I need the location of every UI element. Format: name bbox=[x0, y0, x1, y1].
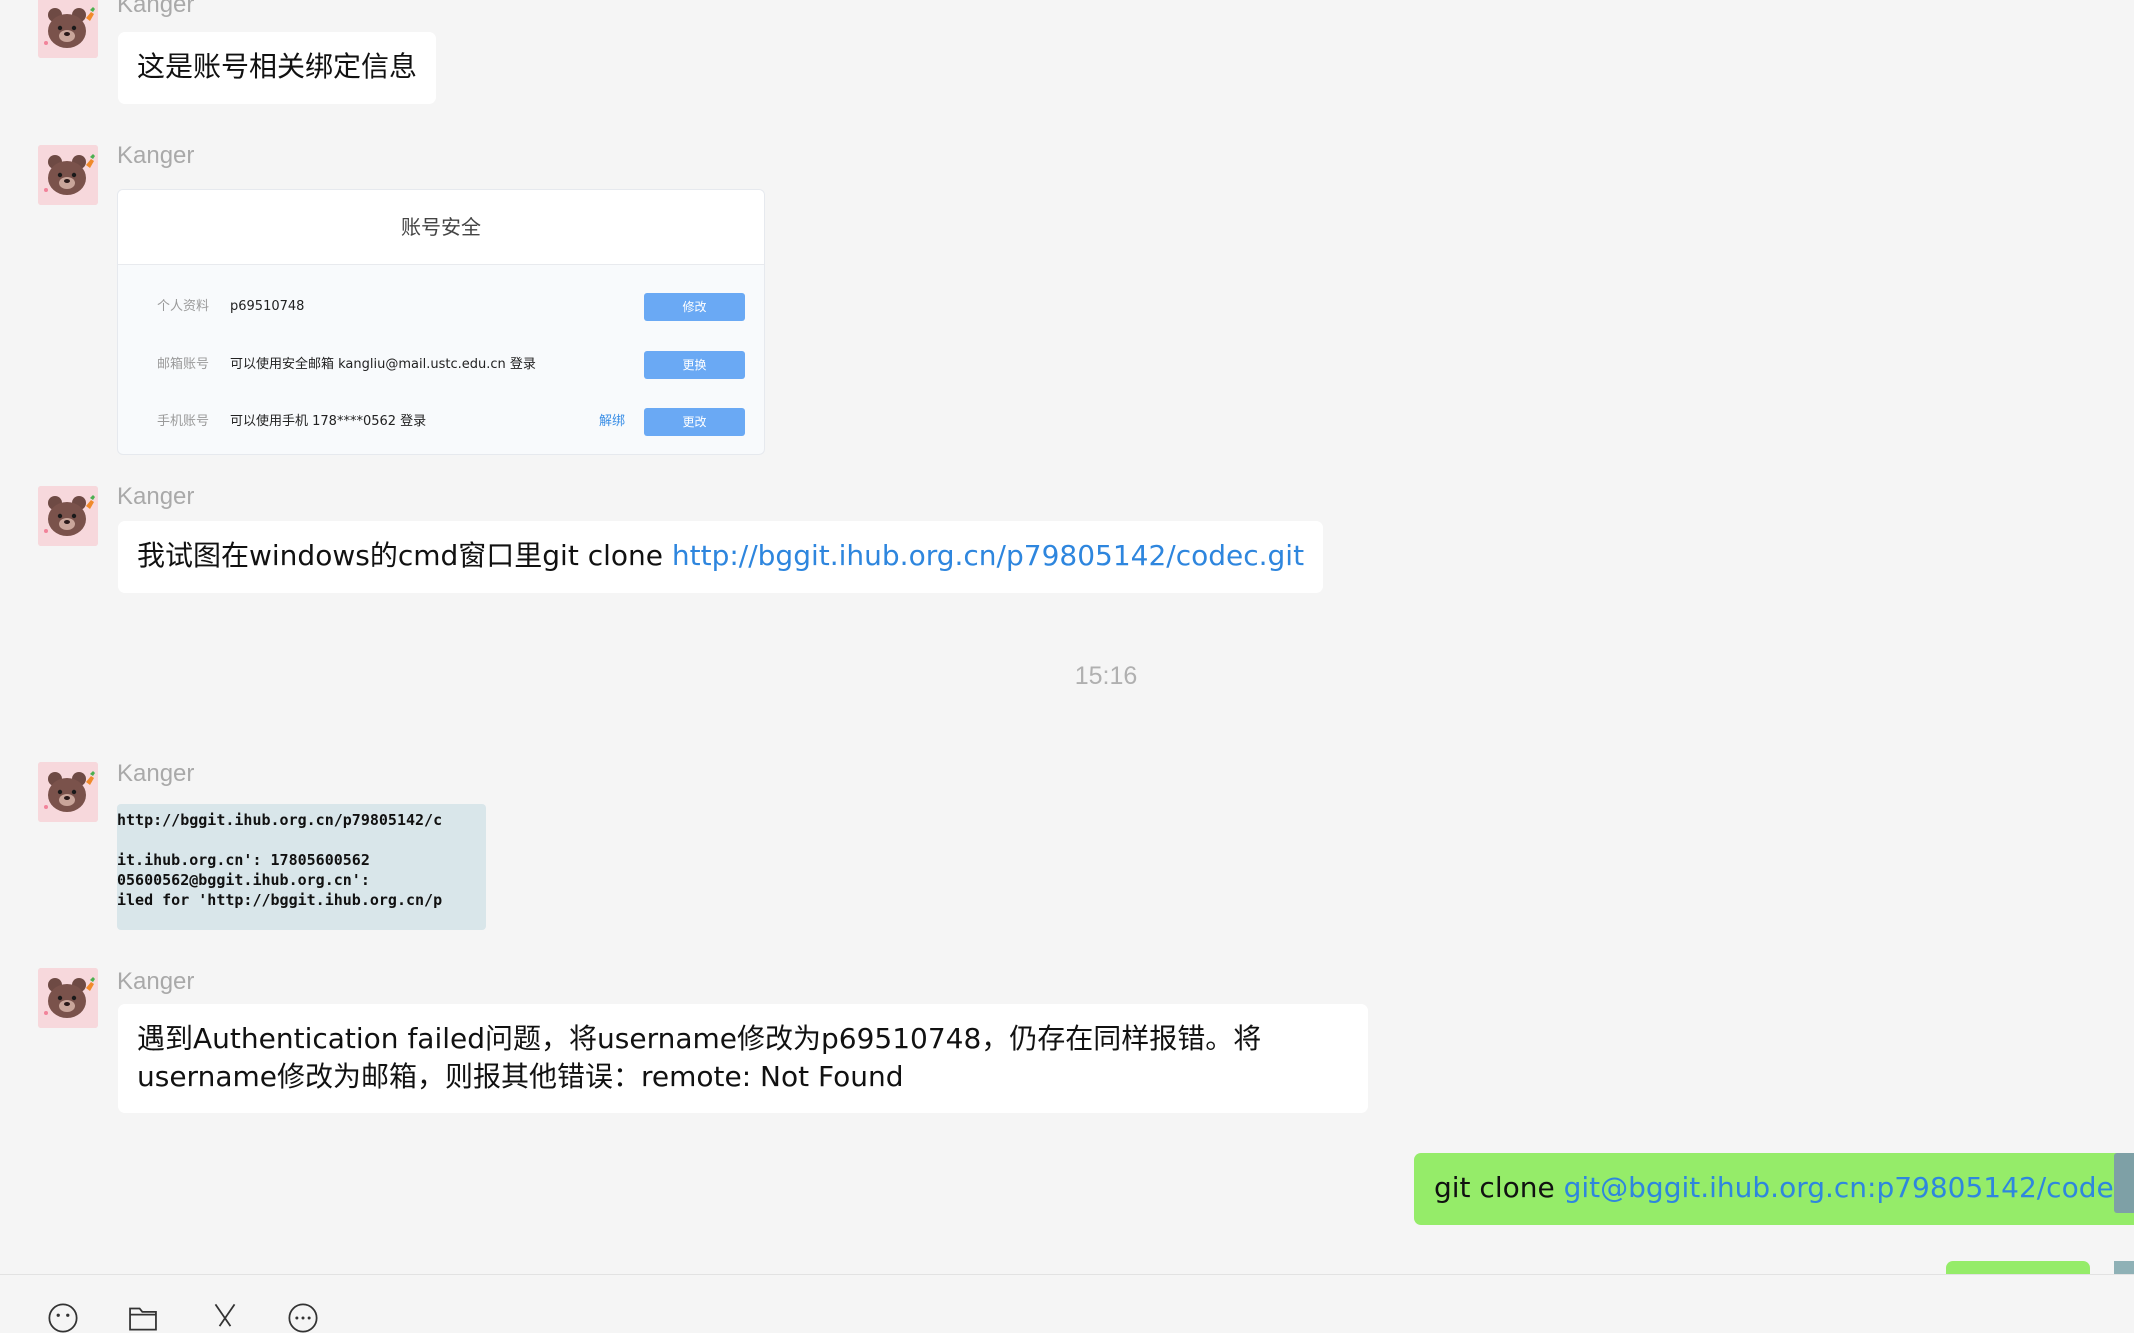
self-avatar[interactable] bbox=[2114, 1261, 2134, 1274]
chat-history[interactable]: Kanger 这是账号相关绑定信息 Kanger 账号安全 个人资料 p6951… bbox=[0, 0, 2134, 1274]
row-label: 手机账号 bbox=[157, 414, 210, 429]
scissors-icon bbox=[214, 1303, 236, 1327]
emoji-button[interactable] bbox=[41, 1303, 85, 1333]
folder-icon bbox=[129, 1307, 157, 1331]
input-toolbar bbox=[0, 1275, 2134, 1333]
sender-name: Kanger bbox=[117, 968, 195, 995]
image-account-security[interactable]: 账号安全 个人资料 p69510748 修改 邮箱账号 可以使用安全邮箱 kan… bbox=[117, 189, 765, 455]
message-text: git clone bbox=[1434, 1171, 1564, 1204]
sender-name: Kanger bbox=[117, 483, 195, 510]
sender-name: Kanger bbox=[117, 0, 195, 18]
bear-avatar-icon bbox=[38, 968, 98, 1028]
row-label: 个人资料 bbox=[157, 299, 210, 314]
message-bubble[interactable]: 这是账号相关绑定信息 bbox=[118, 32, 437, 104]
bear-avatar-icon bbox=[38, 762, 98, 822]
card-title: 账号安全 bbox=[118, 190, 764, 265]
self-message-bubble-partial[interactable] bbox=[1946, 1261, 2090, 1274]
change-button: 更换 bbox=[644, 351, 745, 379]
image-terminal-output[interactable]: http://bggit.ihub.org.cn/p79805142/c it.… bbox=[117, 804, 486, 930]
message-bubble[interactable]: 遇到Authentication failed问题，将username修改为p6… bbox=[118, 1004, 1368, 1113]
message-text: 我试图在windows的cmd窗口里git clone bbox=[137, 539, 672, 572]
row-label: 邮箱账号 bbox=[157, 357, 210, 372]
row-value: 可以使用安全邮箱 kangliu@mail.ustc.edu.cn 登录 bbox=[230, 357, 536, 372]
sender-name: Kanger bbox=[117, 142, 195, 169]
sender-name: Kanger bbox=[117, 760, 195, 787]
card-row-email: 邮箱账号 可以使用安全邮箱 kangliu@mail.ustc.edu.cn 登… bbox=[118, 351, 764, 379]
message-link[interactable]: http://bggit.ihub.org.cn/p79805142/codec… bbox=[672, 539, 1304, 572]
avatar-bear[interactable] bbox=[38, 145, 98, 205]
bear-avatar-icon bbox=[38, 145, 98, 205]
avatar-bear[interactable] bbox=[38, 762, 98, 822]
modify-button: 修改 bbox=[644, 293, 745, 321]
message-bubble[interactable]: 我试图在windows的cmd窗口里git clone http://bggit… bbox=[118, 521, 1324, 593]
screenshot-button[interactable] bbox=[203, 1303, 247, 1333]
self-avatar[interactable] bbox=[2114, 1153, 2134, 1213]
bear-avatar-icon bbox=[38, 486, 98, 546]
row-value: 可以使用手机 178****0562 登录 bbox=[230, 414, 427, 429]
terminal-line: iled for 'http://bggit.ihub.org.cn/p bbox=[117, 891, 443, 909]
update-button: 更改 bbox=[644, 408, 745, 436]
terminal-line: 05600562@bggit.ihub.org.cn': bbox=[117, 871, 370, 889]
avatar-bear[interactable] bbox=[38, 968, 98, 1028]
message-link[interactable]: git@bggit.ihub.org.cn:p79805142/codec.gi… bbox=[1564, 1171, 2134, 1204]
avatar-bear[interactable] bbox=[38, 486, 98, 546]
chat-history-button[interactable] bbox=[281, 1303, 325, 1333]
terminal-line: http://bggit.ihub.org.cn/p79805142/c bbox=[117, 811, 443, 829]
terminal-line: it.ihub.org.cn': 17805600562 bbox=[117, 851, 370, 869]
chat-bubble-icon bbox=[288, 1303, 318, 1333]
unbind-link: 解绑 bbox=[598, 414, 625, 429]
self-message-bubble[interactable]: git clone git@bggit.ihub.org.cn:p7980514… bbox=[1414, 1153, 2134, 1225]
emoji-icon bbox=[48, 1303, 78, 1333]
card-row-profile: 个人资料 p69510748 修改 bbox=[118, 293, 764, 321]
file-button[interactable] bbox=[121, 1303, 165, 1333]
card-row-phone: 手机账号 可以使用手机 178****0562 登录 解绑 更改 bbox=[118, 408, 764, 436]
timestamp: 15:16 bbox=[1074, 662, 1138, 690]
avatar-bear[interactable] bbox=[38, 0, 98, 58]
bear-avatar-icon bbox=[38, 0, 98, 58]
row-value: p69510748 bbox=[230, 299, 305, 314]
